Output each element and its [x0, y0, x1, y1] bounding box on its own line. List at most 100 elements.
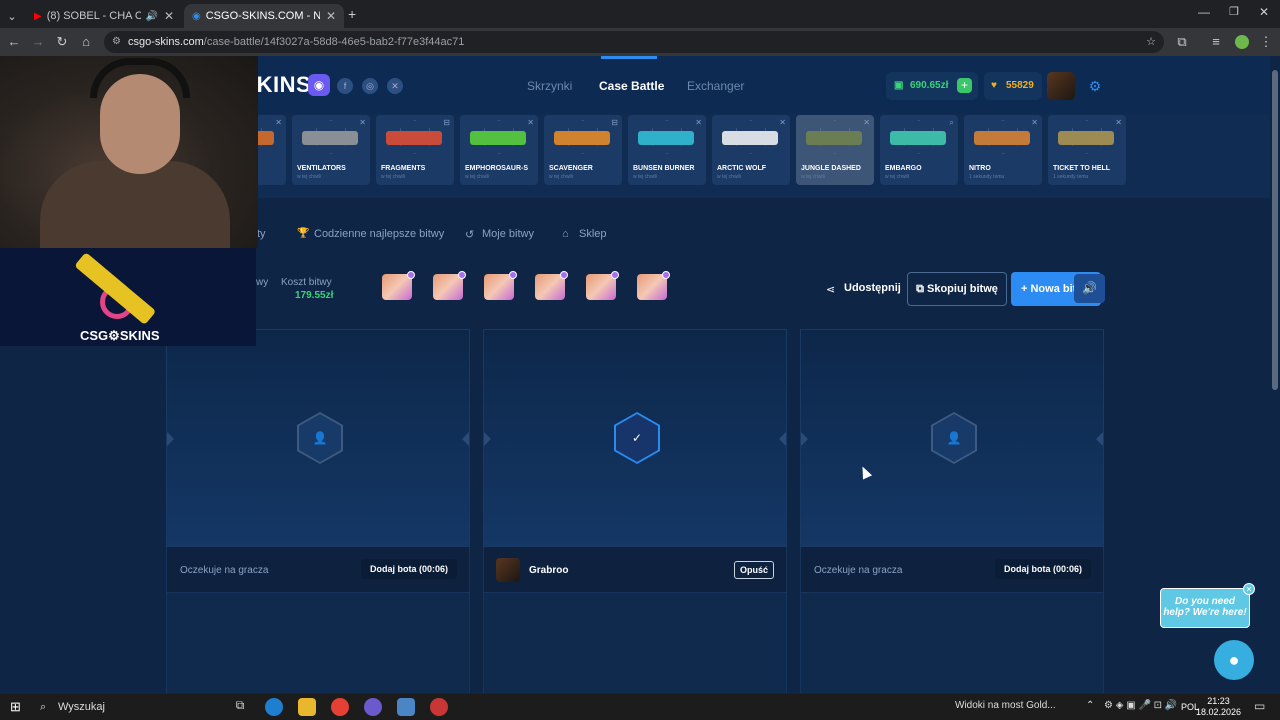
help-bubble[interactable]: Do you need help? We're here!	[1160, 588, 1250, 628]
drop-item[interactable]: ⌕ EMBARGO w tej chwili	[880, 115, 958, 185]
nav-exchanger[interactable]: Exchanger	[687, 79, 744, 93]
window-close-icon[interactable]: ✕	[1259, 5, 1269, 19]
taskbar-search-label: Wyszukaj	[58, 701, 105, 713]
file-explorer-icon[interactable]	[298, 698, 316, 716]
minimize-icon[interactable]: —	[1198, 5, 1210, 19]
tab-title: (8) SOBEL - CHA CHA (NO	[46, 10, 142, 22]
windows-start-icon[interactable]: ⊞	[10, 699, 21, 715]
gold-heart-icon: ♥	[991, 80, 997, 91]
drop-item[interactable]: ⊟ FRAGMENTS w tej chwili	[376, 115, 454, 185]
add-bot-button[interactable]: Dodaj bota (00:06)	[994, 559, 1091, 579]
item-time: w tej chwili	[465, 174, 489, 180]
menu-dots-icon[interactable]: ⋮	[1258, 34, 1274, 50]
help-close-icon[interactable]: ✕	[1243, 583, 1255, 595]
chat-icon[interactable]: ●	[1214, 640, 1254, 680]
leave-button[interactable]: Opuść	[733, 561, 774, 579]
new-tab-icon[interactable]: +	[348, 6, 356, 22]
extensions-icon[interactable]: ⧉	[1174, 34, 1190, 50]
news-widget[interactable]: Widoki na most Gold...	[955, 700, 1056, 711]
notifications-icon[interactable]: ▭	[1254, 699, 1265, 713]
close-tab-icon[interactable]: ✕	[164, 9, 174, 23]
add-bot-button[interactable]: Dodaj bota (00:06)	[360, 559, 457, 579]
discord-icon[interactable]: ◉	[308, 74, 330, 96]
drop-item[interactable]: ✕ ARCTIC WOLF w tej chwili	[712, 115, 790, 185]
share-button[interactable]: Udostępnij	[844, 282, 901, 294]
slot-arrow-right	[779, 432, 786, 446]
toolbar	[166, 216, 1106, 217]
item-time: w tej chwili	[297, 174, 321, 180]
tab-battles[interactable]: ty	[257, 228, 266, 240]
battle-case-icon[interactable]	[586, 271, 619, 300]
chrome-icon[interactable]	[331, 698, 349, 716]
taskbar-search[interactable]: ⌕ Wyszukaj	[34, 697, 220, 717]
item-time: 1 sekundy temu	[969, 174, 1005, 180]
settings-gear-icon[interactable]: ⚙	[1085, 76, 1105, 96]
browser-tab-youtube[interactable]: ▶ (8) SOBEL - CHA CHA (NO 🔊 ✕	[26, 4, 182, 28]
address-bar-row: ← → ↻ ⌂ ⚙ csgo-skins.com/case-battle/14f…	[0, 28, 1280, 56]
browser-tab-csgoskins[interactable]: ◉ CSGO-SKINS.COM - Najlepsze ✕	[184, 4, 344, 28]
battle-case-icon[interactable]	[637, 271, 670, 300]
bookmark-star-icon[interactable]: ☆	[1146, 31, 1156, 53]
tray-chevron-icon[interactable]: ⌃	[1086, 700, 1094, 711]
drop-item[interactable]: ⊟ SCAVENGER w tej chwili	[544, 115, 622, 185]
edge-icon[interactable]	[265, 698, 283, 716]
back-icon[interactable]: ←	[6, 34, 22, 49]
item-weapon-image	[302, 131, 358, 145]
item-time: w tej chwili	[633, 174, 657, 180]
profile-avatar[interactable]	[1235, 35, 1249, 49]
instagram-icon[interactable]: ◎	[362, 78, 378, 94]
drop-item[interactable]: ✕ VENTILATORS w tej chwili	[292, 115, 370, 185]
battle-type-label: wy	[256, 277, 269, 288]
nav-skrzynki[interactable]: Skrzynki	[527, 79, 572, 93]
battle-case-icon[interactable]	[484, 271, 517, 300]
battle-slot: 👤	[800, 329, 1104, 547]
audio-icon[interactable]: 🔊	[145, 11, 157, 22]
deposit-button[interactable]: +	[957, 78, 972, 93]
slot-footer: Oczekuje na gracza Dodaj bota (00:06)	[166, 547, 470, 593]
taskbar-clock[interactable]: 21:23 18.02.2026	[1196, 696, 1241, 718]
url-field[interactable]: ⚙ csgo-skins.com/case-battle/14f3027a-58…	[104, 31, 1164, 53]
close-tab-icon[interactable]: ✕	[326, 9, 336, 23]
history-icon: ↺	[465, 229, 475, 241]
app-icon[interactable]	[364, 698, 382, 716]
site-info-icon[interactable]: ⚙	[112, 31, 121, 53]
battle-case-icon[interactable]	[535, 271, 568, 300]
task-view-icon[interactable]: ⧉	[231, 698, 249, 716]
drop-item[interactable]: ✕ NITRO 1 sekundy temu	[964, 115, 1042, 185]
copy-icon: ⧉	[916, 283, 927, 295]
drop-item[interactable]: ✕ JUNGLE DASHED w tej chwili	[796, 115, 874, 185]
gold-display[interactable]: ♥ 55829	[984, 72, 1042, 100]
user-avatar[interactable]	[1047, 72, 1075, 100]
item-type-icon: ✕	[1115, 118, 1122, 127]
drop-item[interactable]: ✕ BUNSEN BURNER w tej chwili	[628, 115, 706, 185]
restore-icon[interactable]: ❐	[1229, 5, 1239, 18]
drop-item[interactable]: ✕ TICKET TO HELL 1 sekundy temu	[1048, 115, 1126, 185]
battle-case-icon[interactable]	[433, 271, 466, 300]
item-name: ARCTIC WOLF	[717, 165, 766, 172]
scrollbar-thumb[interactable]	[1272, 70, 1278, 390]
case-badge	[458, 271, 466, 279]
media-icon[interactable]: ≡	[1208, 34, 1224, 49]
facebook-icon[interactable]: f	[337, 78, 353, 94]
battle-case-icon[interactable]	[382, 271, 415, 300]
tab-shop[interactable]: Sklep	[579, 228, 607, 240]
sound-toggle-icon[interactable]: 🔊	[1074, 274, 1105, 303]
forward-icon[interactable]: →	[30, 34, 46, 49]
obs-icon[interactable]	[430, 698, 448, 716]
nav-case-battle[interactable]: Case Battle	[599, 79, 664, 93]
reload-icon[interactable]: ↻	[54, 34, 70, 50]
battle-slot: 👤	[166, 329, 470, 547]
tray-icons[interactable]: ⚙ ◈ ▣ 🎤 ⊡ 🔊	[1104, 700, 1177, 711]
x-twitter-icon[interactable]: ✕	[387, 78, 403, 94]
slot-arrow-left	[801, 432, 808, 446]
tab-list-button[interactable]: ⌄	[2, 4, 22, 28]
home-icon[interactable]: ⌂	[78, 34, 94, 49]
tab-my-battles[interactable]: Moje bitwy	[482, 228, 534, 240]
tab-daily-best[interactable]: Codzienne najlepsze bitwy	[314, 228, 444, 240]
item-weapon-image	[386, 131, 442, 145]
notepad-icon[interactable]	[397, 698, 415, 716]
item-type-icon: ✕	[779, 118, 786, 127]
drop-item[interactable]: ✕ EMPHOROSAUR-S w tej chwili	[460, 115, 538, 185]
slot-results-area	[483, 593, 787, 693]
copy-battle-button[interactable]: ⧉ Skopiuj bitwę	[907, 272, 1007, 306]
